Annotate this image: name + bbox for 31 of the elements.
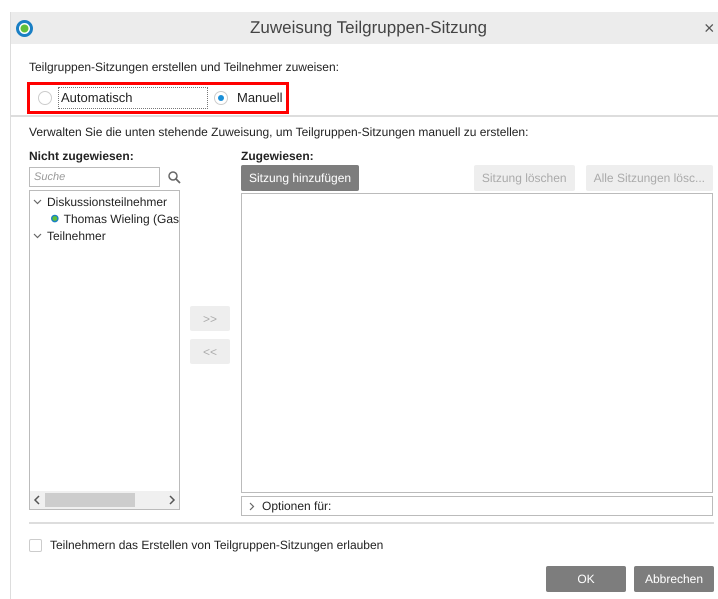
options-label: Optionen für: [262,498,332,515]
options-expander[interactable]: Optionen für: [241,496,713,516]
tree-item[interactable]: Thomas Wieling (Gas [64,210,179,228]
checkbox-label[interactable]: Teilnehmern das Erstellen von Teilgruppen-Sitzungen erlauben [50,536,384,554]
participant-icon [51,213,59,224]
cancel-button[interactable]: Abbrechen [634,566,714,592]
chevron-down-icon[interactable] [33,197,42,206]
session-button[interactable]: Sitzung hinzufügen [241,165,360,191]
scroll-left-icon[interactable] [33,495,41,505]
window-title: Zuweisung Teilgruppen-Sitzung [249,17,488,40]
search-field[interactable]: Suche [29,167,160,187]
ok-button[interactable]: OK [546,566,626,592]
mode-label: Teilgruppen-Sitzungen erstellen und Teilnehmer zuweisen: [29,59,340,76]
unassigned-heading: Nicht zugewiesen: [29,148,135,165]
close-icon[interactable]: × [704,19,718,37]
radio-button[interactable] [38,91,52,105]
chevron-right-icon[interactable] [247,502,256,510]
tree-item[interactable]: Diskussionsteilnehmer [47,192,168,210]
instructions-text: Verwalten Sie die unten stehende Zuweisung, um Teilgruppen-Sitzungen manuell zu erstellen: [29,124,530,141]
app-logo-icon [16,20,33,36]
scroll-right-icon[interactable] [168,495,176,505]
radio-label[interactable]: Automatisch [58,87,208,109]
radio-label[interactable]: Manuell [234,87,286,109]
radio-button[interactable] [214,91,228,105]
scrollbar-thumb[interactable] [45,493,135,507]
horizontal-scrollbar[interactable] [30,491,179,509]
allow-checkbox[interactable] [29,538,42,552]
chevron-down-icon[interactable] [33,231,42,240]
assigned-heading: Zugewiesen: [241,148,315,165]
search-icon[interactable] [168,170,181,184]
tree-item[interactable]: Teilnehmer [47,226,106,244]
